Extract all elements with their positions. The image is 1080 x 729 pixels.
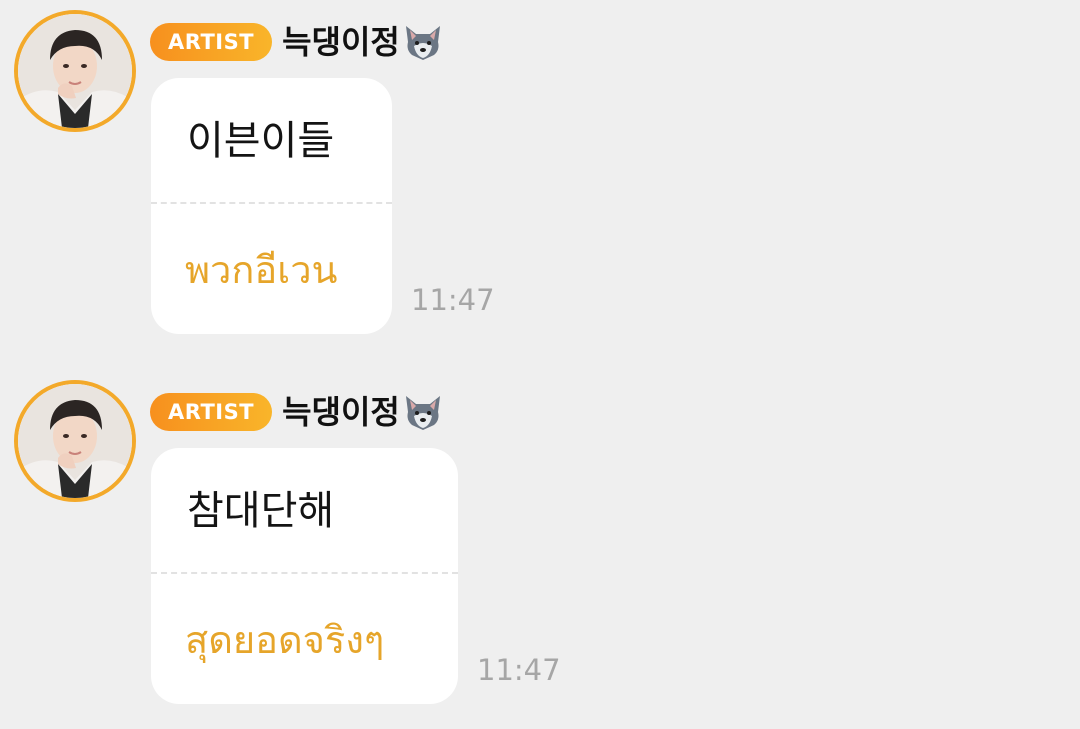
original-text: 참대단해	[187, 488, 335, 534]
avatar-portrait-icon	[18, 384, 132, 498]
artist-badge: ARTIST	[150, 23, 273, 61]
original-text: 이븐이들	[187, 118, 335, 164]
message-header: ARTIST 늑댕이정	[150, 392, 444, 432]
avatar[interactable]	[14, 10, 136, 132]
wolf-icon	[405, 26, 440, 60]
chat-thread: ARTIST 늑댕이정 이븐이들 พวกอีเวน 11:47 ARTIST 늑…	[0, 0, 1080, 729]
message-timestamp: 11:47	[411, 283, 495, 317]
avatar[interactable]	[14, 380, 136, 502]
translation-divider	[151, 202, 392, 204]
translated-text: สุดยอดจริงๆ	[185, 618, 385, 662]
sender-name[interactable]: 늑댕이정	[282, 22, 400, 62]
translation-divider	[151, 572, 458, 574]
artist-badge: ARTIST	[150, 393, 273, 431]
message-header: ARTIST 늑댕이정	[150, 22, 444, 62]
sender-name[interactable]: 늑댕이정	[282, 392, 400, 432]
message-timestamp: 11:47	[477, 653, 561, 687]
message-bubble[interactable]: 참대단해 สุดยอดจริงๆ	[151, 448, 458, 704]
message-bubble[interactable]: 이븐이들 พวกอีเวน	[151, 78, 392, 334]
wolf-icon	[405, 396, 440, 430]
translated-text: พวกอีเวน	[185, 248, 338, 292]
avatar-portrait-icon	[18, 14, 132, 128]
